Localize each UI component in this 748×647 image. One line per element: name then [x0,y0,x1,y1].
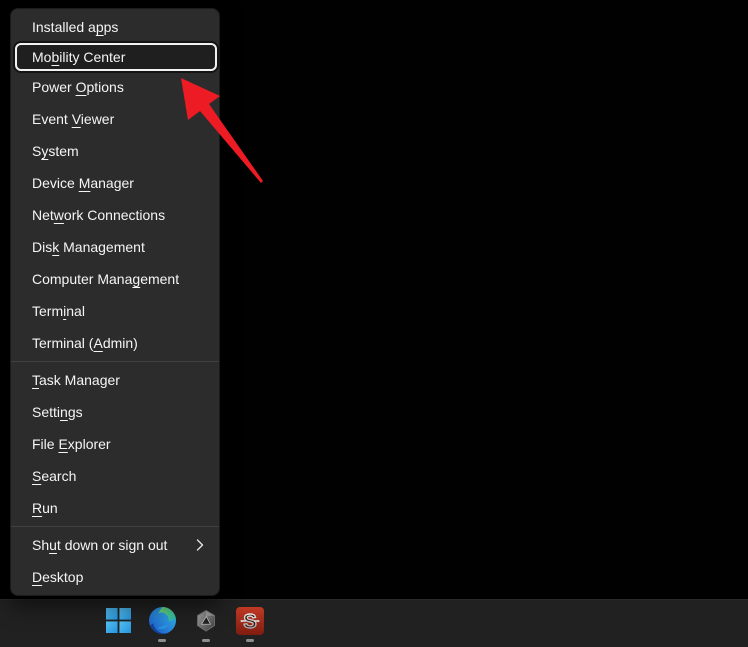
menu-item-label: Network Connections [32,207,165,223]
menu-item-task-manager[interactable]: Task Manager [11,364,219,396]
annotation-arrow-shape [181,78,263,183]
menu-item-file-explorer[interactable]: File Explorer [11,428,219,460]
menu-item-label: Run [32,500,58,516]
gray-gem-icon [193,608,219,639]
menu-item-label: Computer Management [32,271,179,287]
menu-item-label: Installed apps [32,19,118,35]
red-s-icon: S [236,607,264,640]
menu-item-search[interactable]: Search [11,460,219,492]
red-s-app-button[interactable]: S [230,603,270,643]
menu-item-installed-apps[interactable]: Installed apps [11,11,219,43]
running-indicator [202,639,210,642]
menu-item-label: Power Options [32,79,124,95]
start-button[interactable] [98,603,138,643]
menu-item-label: File Explorer [32,436,111,452]
menu-separator [11,526,219,527]
menu-item-label: System [32,143,79,159]
menu-item-label: Terminal (Admin) [32,335,138,351]
windows-start-icon [106,608,131,638]
menu-item-desktop[interactable]: Desktop [11,561,219,593]
chevron-right-icon [196,539,204,551]
menu-item-label: Device Manager [32,175,134,191]
menu-item-terminal[interactable]: Terminal [11,295,219,327]
menu-item-label: Task Manager [32,372,120,388]
menu-item-run[interactable]: Run [11,492,219,524]
menu-item-label: Settings [32,404,83,420]
taskbar: S [0,599,748,647]
menu-item-label: Terminal [32,303,85,319]
svg-text:S: S [243,611,256,633]
menu-item-label: Search [32,468,76,484]
annotation-arrow [170,70,270,190]
menu-item-settings[interactable]: Settings [11,396,219,428]
menu-item-shut-down-or-sign-out[interactable]: Shut down or sign out [11,529,219,561]
menu-item-terminal-admin[interactable]: Terminal (Admin) [11,327,219,359]
edge-browser-button[interactable] [142,603,182,643]
menu-item-disk-management[interactable]: Disk Management [11,231,219,263]
menu-item-mobility-center[interactable]: Mobility Center [15,43,217,71]
menu-item-computer-management[interactable]: Computer Management [11,263,219,295]
running-indicator [246,639,254,642]
menu-item-label: Mobility Center [32,49,125,65]
menu-item-label: Disk Management [32,239,145,255]
menu-item-label: Desktop [32,569,83,585]
running-indicator [158,639,166,642]
menu-item-label: Shut down or sign out [32,537,167,553]
microsoft-edge-icon [149,607,176,639]
menu-item-label: Event Viewer [32,111,114,127]
menu-item-network-connections[interactable]: Network Connections [11,199,219,231]
gem-app-button[interactable] [186,603,226,643]
menu-separator [11,361,219,362]
